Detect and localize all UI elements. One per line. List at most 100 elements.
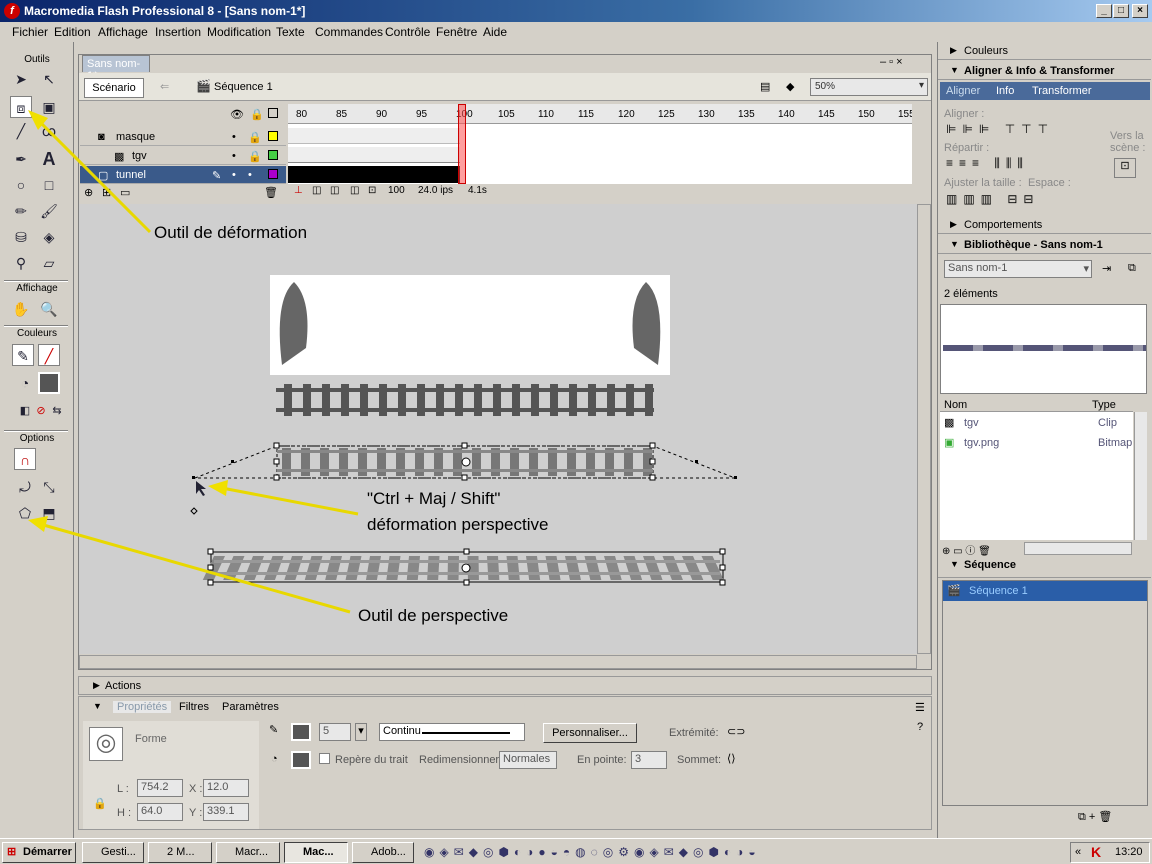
help-icon[interactable]: ? xyxy=(917,721,923,733)
rail-sleeper xyxy=(436,384,444,416)
bitmap-icon: ▣ xyxy=(944,437,955,449)
quicklaunch-icons[interactable]: ◉◈✉◆◎⬢◐◑●◒◓◍◌◎⚙◉◈✉◆◎⬢◐◑◒ xyxy=(424,845,761,859)
ajuster-label: Ajuster la taille : xyxy=(944,177,1022,189)
rail-sleeper xyxy=(550,384,558,416)
rail-track-1 xyxy=(276,388,654,412)
tray-expand-icon[interactable]: « xyxy=(1075,846,1081,858)
rail-sleeper xyxy=(584,556,602,580)
bibliotheque-panel-header[interactable]: ▼ Bibliothèque - Sans nom-1 xyxy=(938,236,1151,254)
distort-cursor-icon xyxy=(196,481,206,496)
list-item[interactable]: ▩ tgv Clip xyxy=(940,414,1133,432)
expand-triangle-icon: ▶ xyxy=(950,45,957,55)
join-style-icon[interactable]: ⟨⟩ xyxy=(727,752,736,765)
task-button[interactable]: Adob... xyxy=(352,842,414,863)
aligner-panel-header[interactable]: ▼ Aligner & Info & Transformer xyxy=(938,62,1151,80)
list-item[interactable]: ▣ tgv.png Bitmap xyxy=(940,434,1133,452)
library-list: ▩ tgv Clip ▣ tgv.png Bitmap xyxy=(940,412,1133,540)
stroke-pencil-icon: ✎ xyxy=(269,724,279,736)
fill-bucket-icon: ◔ xyxy=(271,753,278,765)
annotation-perspective-deform: déformation perspective xyxy=(367,515,549,534)
comportements-panel-header[interactable]: ▶ Comportements xyxy=(938,216,1151,234)
x-field[interactable]: 12.0 xyxy=(203,779,249,797)
pin-library-icon[interactable]: ⇥ xyxy=(1102,262,1111,275)
height-label: H : xyxy=(117,807,132,819)
tab-transformer[interactable]: Transformer xyxy=(1032,85,1092,97)
cap-style-icon[interactable]: ⊂⊃ xyxy=(727,725,745,738)
to-stage-button[interactable]: ⊡ xyxy=(1114,158,1136,178)
customize-button[interactable]: Personnaliser... xyxy=(543,723,637,743)
rail-sleeper xyxy=(474,384,482,416)
height-field[interactable]: 64.0 xyxy=(137,803,183,821)
list-item[interactable]: 🎬 Séquence 1 xyxy=(943,581,1147,601)
sequence-toolbar-icons[interactable]: ⧉ + 🗑 xyxy=(1078,810,1112,824)
fill-color-swatch[interactable] xyxy=(291,751,311,769)
stroke-color-swatch[interactable] xyxy=(291,723,311,741)
right-panels: ▶ Couleurs ▼ Aligner & Info & Transformer … xyxy=(937,42,1152,838)
rail-sleeper xyxy=(588,384,596,416)
rail-sleeper xyxy=(607,384,615,416)
lock-icon[interactable]: 🔒 xyxy=(93,797,107,810)
annotation-arrows xyxy=(28,110,359,614)
panel-menu-icon[interactable]: ☰ xyxy=(915,701,925,714)
item-type: Bitmap xyxy=(1098,437,1133,449)
width-field[interactable]: 754.2 xyxy=(137,779,183,797)
task-button[interactable]: Gesti... xyxy=(82,842,144,863)
column-type[interactable]: Type xyxy=(1092,399,1116,411)
rail-sleeper xyxy=(662,556,683,580)
actions-label: Actions xyxy=(105,680,142,692)
match-size-icon[interactable]: ▥▥▥ ⊟⊟ xyxy=(946,192,1039,206)
task-button[interactable]: 2 M... xyxy=(148,842,212,863)
scale-label: Redimensionner: xyxy=(419,754,503,766)
tab-info[interactable]: Info xyxy=(996,85,1014,97)
rail-sleeper xyxy=(303,384,311,416)
tab-aligner[interactable]: Aligner xyxy=(946,85,980,97)
rail-sleeper xyxy=(386,556,401,580)
library-select[interactable]: Sans nom-1 ▾ xyxy=(944,260,1092,278)
rail-sleeper xyxy=(398,384,406,416)
tab-parametres[interactable]: Paramètres xyxy=(222,701,279,713)
aligner-tabs: Aligner Info Transformer xyxy=(940,82,1150,100)
rail-sleeper xyxy=(545,556,561,580)
column-nom[interactable]: Nom xyxy=(944,399,967,411)
library-hscroll[interactable] xyxy=(1024,542,1132,555)
rail-sleeper xyxy=(284,384,292,416)
tab-filtres[interactable]: Filtres xyxy=(179,701,209,713)
start-button[interactable]: ⊞ Démarrer xyxy=(2,842,76,863)
start-label: Démarrer xyxy=(23,846,72,858)
panel-title: Séquence xyxy=(964,559,1016,571)
couleurs-panel-header[interactable]: ▶ Couleurs xyxy=(938,42,1151,60)
movieclip-icon: ▩ xyxy=(944,417,955,429)
scale-select[interactable]: Normales xyxy=(499,751,557,769)
stroke-style-value: Continu xyxy=(383,725,421,737)
stroke-style-select[interactable]: Continu xyxy=(379,723,525,741)
collapse-triangle-icon[interactable]: ▼ xyxy=(93,701,102,711)
chevron-down-icon[interactable]: ▾ xyxy=(355,723,367,741)
library-toolbar-icons[interactable]: ⊕ ▭ ⓘ 🗑 xyxy=(942,542,991,557)
actions-panel-header[interactable]: ▶ Actions xyxy=(78,676,932,695)
rail-sleeper xyxy=(325,556,342,580)
rail-sleeper xyxy=(263,556,284,580)
item-name: tgv.png xyxy=(964,437,1000,449)
collapse-triangle-icon: ▼ xyxy=(950,559,959,569)
distribute-buttons-icon[interactable]: ≡≡≡ ⫼⫼⫼ xyxy=(946,156,1029,171)
x-label: X : xyxy=(189,783,203,795)
expand-triangle-icon: ▶ xyxy=(950,219,957,229)
new-library-icon[interactable]: ⧉ xyxy=(1128,262,1136,275)
align-buttons-icon[interactable]: ⊫⊫⊫ ⊤⊤⊤ xyxy=(946,122,1054,136)
miter-label: En pointe: xyxy=(577,754,627,766)
y-field[interactable]: 339.1 xyxy=(203,803,249,821)
task-button[interactable]: Macr... xyxy=(216,842,280,863)
tab-proprietes[interactable]: Propriétés xyxy=(113,701,172,713)
rail-sleeper xyxy=(406,556,420,580)
library-vscroll[interactable] xyxy=(1134,412,1147,540)
task-button-active[interactable]: Mac... xyxy=(284,842,348,863)
stroke-width-field[interactable]: 5 xyxy=(319,723,351,741)
windows-logo-icon: ⊞ xyxy=(7,846,17,858)
hinting-checkbox[interactable] xyxy=(319,753,330,764)
antivirus-icon[interactable]: K xyxy=(1091,844,1101,860)
annotation-perspective-tool: Outil de perspective xyxy=(358,606,509,625)
miter-field[interactable]: 3 xyxy=(631,751,667,769)
panel-title: Comportements xyxy=(964,219,1043,231)
annotation-deform-tool: Outil de déformation xyxy=(154,223,308,242)
sequence-panel-header[interactable]: ▼ Séquence xyxy=(938,556,1151,578)
